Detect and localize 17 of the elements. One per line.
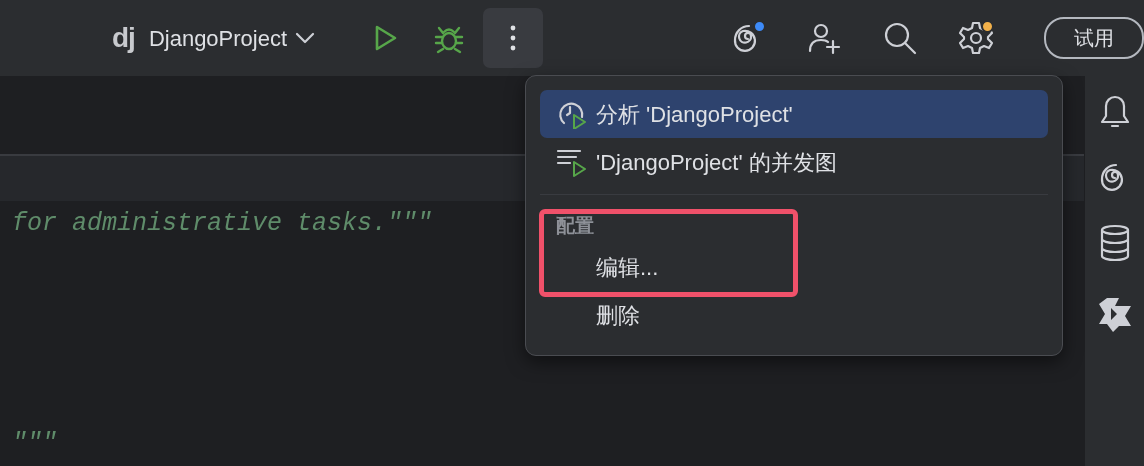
- trial-button[interactable]: 试用: [1044, 17, 1144, 59]
- chevron-down-icon: [295, 32, 316, 44]
- menu-item[interactable]: 'DjangoProject' 的并发图: [540, 138, 1048, 186]
- code-line: """: [11, 429, 57, 459]
- database-icon[interactable]: [1098, 224, 1131, 262]
- settings-icon: [958, 20, 994, 56]
- add-user-icon: [807, 21, 841, 55]
- menu-item[interactable]: 分析 'DjangoProject': [540, 90, 1048, 138]
- project-selector[interactable]: DjangoProject: [148, 21, 316, 55]
- section-header: 配置: [555, 213, 595, 238]
- more-icon: [510, 25, 517, 51]
- logo-text: dj: [112, 24, 135, 52]
- code-line: for administrative tasks.""": [11, 209, 433, 239]
- menu-item[interactable]: 删除: [540, 291, 1048, 339]
- search-icon: [883, 21, 917, 55]
- concurrency-icon: [556, 147, 588, 177]
- menu-item[interactable]: 编辑...: [540, 243, 1048, 291]
